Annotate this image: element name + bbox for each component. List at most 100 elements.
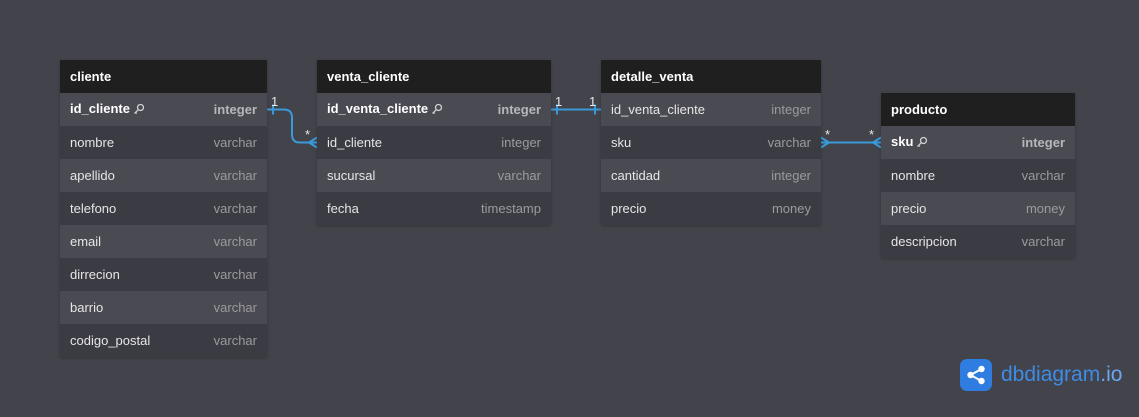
table-row[interactable]: dirrecion varchar [60, 258, 267, 291]
table-row[interactable]: id_cliente integer [60, 93, 267, 126]
field-name-text: id_venta_cliente [611, 102, 705, 117]
table-row[interactable]: precio money [601, 192, 821, 225]
field-name-text: sucursal [327, 168, 376, 183]
field-name: id_cliente [327, 135, 382, 150]
field-name: nombre [891, 168, 935, 183]
table-header[interactable]: detalle_venta [601, 60, 821, 93]
field-type: varchar [213, 300, 257, 315]
cardinality-label: 1 [555, 93, 563, 109]
brand-name: dbdiagram.io [1001, 359, 1122, 391]
table-row[interactable]: sku varchar [601, 126, 821, 159]
field-type: varchar [213, 135, 257, 150]
table-row[interactable]: sku integer [881, 126, 1075, 159]
field-type: varchar [767, 135, 811, 150]
field-name-text: dirrecion [70, 267, 120, 282]
field-type: money [1025, 201, 1065, 216]
field-type: varchar [1021, 234, 1065, 249]
table-row[interactable]: sucursal varchar [317, 159, 551, 192]
field-type: integer [771, 102, 811, 117]
table-row[interactable]: precio money [881, 192, 1075, 225]
field-name: telefono [70, 201, 116, 216]
table-row[interactable]: email varchar [60, 225, 267, 258]
field-name: id_venta_cliente [327, 101, 443, 118]
field-name-text: descripcion [891, 234, 957, 249]
table-row[interactable]: id_venta_cliente integer [317, 93, 551, 126]
field-name-text: cantidad [611, 168, 661, 183]
field-name-text: fecha [327, 201, 359, 216]
field-type: integer [497, 102, 541, 117]
field-type: integer [501, 135, 541, 150]
field-type: integer [213, 102, 257, 117]
cardinality-label: 1 [271, 93, 279, 109]
cardinality-label: 1 [589, 93, 597, 109]
field-name-text: nombre [891, 168, 936, 183]
table-row[interactable]: cantidad integer [601, 159, 821, 192]
field-name-text: precio [891, 201, 927, 216]
field-name-text: email [70, 234, 102, 249]
table-row[interactable]: nombre varchar [60, 126, 267, 159]
field-type: varchar [213, 201, 257, 216]
field-name-text: sku [611, 135, 632, 150]
field-type: timestamp [481, 201, 541, 216]
many-marker [872, 136, 882, 149]
table-row[interactable]: barrio varchar [60, 291, 267, 324]
field-name-text: codigo_postal [70, 333, 151, 348]
many-marker [308, 136, 318, 149]
field-type: integer [1021, 135, 1065, 150]
field-name: id_venta_cliente [611, 102, 705, 117]
field-type: varchar [213, 168, 257, 183]
field-name: descripcion [891, 234, 957, 249]
field-name: sucursal [327, 168, 375, 183]
table-row[interactable]: telefono varchar [60, 192, 267, 225]
field-name-text: apellido [70, 168, 115, 183]
field-name-text: id_venta_cliente [327, 101, 429, 116]
key-icon [431, 103, 443, 118]
field-type: varchar [213, 234, 257, 249]
table-cliente[interactable]: cliente id_cliente integer nombre varchar ape… [60, 60, 267, 357]
field-name-text: telefono [70, 201, 117, 216]
field-name: id_cliente [70, 101, 145, 118]
field-name-text: precio [611, 201, 647, 216]
table-header[interactable]: producto [881, 93, 1075, 126]
field-name: cantidad [611, 168, 660, 183]
table-row[interactable]: fecha timestamp [317, 192, 551, 225]
field-name: nombre [70, 135, 114, 150]
brand-name-tld: .io [1100, 363, 1123, 386]
brand-name-main: dbdiagram [1001, 363, 1101, 386]
field-name-text: id_cliente [70, 101, 130, 116]
cardinality-label: * [305, 126, 311, 142]
share-icon [960, 359, 992, 391]
table-row[interactable]: id_cliente integer [317, 126, 551, 159]
diagram-canvas[interactable]: dbdiagram.io cliente id_cliente integer nom… [0, 0, 1139, 417]
table-row[interactable]: apellido varchar [60, 159, 267, 192]
table-row[interactable]: nombre varchar [881, 159, 1075, 192]
field-name: dirrecion [70, 267, 120, 282]
field-type: integer [771, 168, 811, 183]
field-name: apellido [70, 168, 115, 183]
field-name: precio [891, 201, 926, 216]
field-name: precio [611, 201, 646, 216]
field-name: sku [891, 134, 928, 151]
table-header[interactable]: venta_cliente [317, 60, 551, 93]
field-name-text: nombre [70, 135, 115, 150]
table-detalle-venta[interactable]: detalle_venta id_venta_cliente integer sku v… [601, 60, 821, 225]
field-name: barrio [70, 300, 103, 315]
field-name: codigo_postal [70, 333, 150, 348]
field-type: varchar [213, 267, 257, 282]
key-icon [133, 103, 145, 118]
field-type: varchar [497, 168, 541, 183]
cardinality-label: * [869, 126, 875, 142]
field-type: varchar [1021, 168, 1065, 183]
table-row[interactable]: codigo_postal varchar [60, 324, 267, 357]
field-name: email [70, 234, 101, 249]
cardinality-label: * [825, 126, 831, 142]
table-header[interactable]: cliente [60, 60, 267, 93]
table-row[interactable]: id_venta_cliente integer [601, 93, 821, 126]
field-name: fecha [327, 201, 359, 216]
field-name-text: barrio [70, 300, 104, 315]
table-venta-cliente[interactable]: venta_cliente id_venta_cliente integer id_c… [317, 60, 551, 225]
table-row[interactable]: descripcion varchar [881, 225, 1075, 258]
brand-logo[interactable]: dbdiagram.io [960, 359, 1122, 391]
table-producto[interactable]: producto sku integer nombre varchar precio mon… [881, 93, 1075, 258]
key-icon [916, 136, 928, 151]
